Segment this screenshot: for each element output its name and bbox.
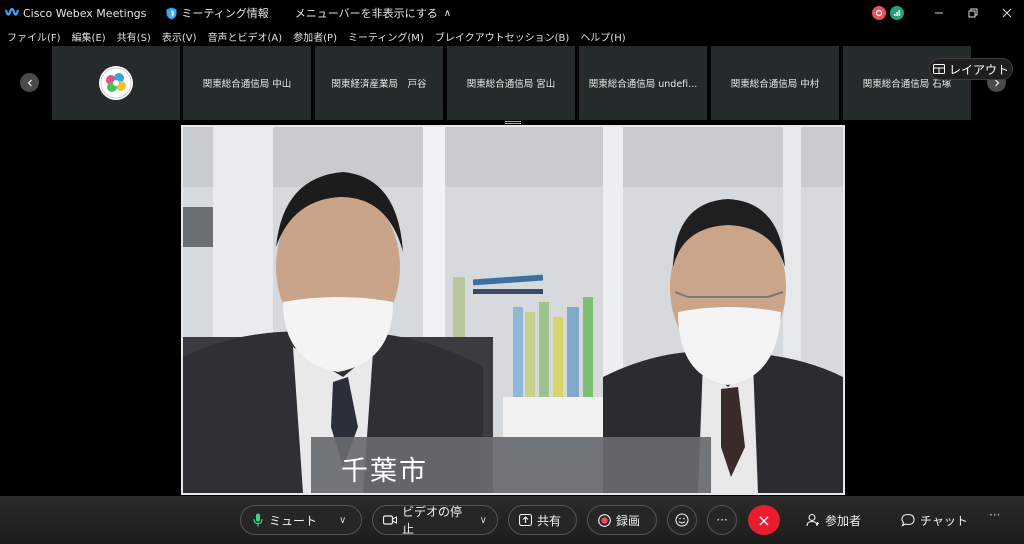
stop-video-label: ビデオの停止 — [402, 505, 463, 536]
chevron-up-icon: ∧ — [443, 7, 452, 19]
participants-button[interactable]: 参加者 — [806, 505, 861, 535]
mute-label: ミュート — [269, 513, 318, 528]
person-icon — [806, 513, 819, 527]
record-icon — [598, 513, 611, 527]
minimize-button[interactable] — [922, 0, 956, 26]
share-label: 共有 — [537, 513, 562, 528]
share-icon — [519, 514, 532, 526]
camera-icon — [383, 515, 397, 525]
more-icon: ··· — [716, 513, 728, 527]
reactions-button[interactable] — [667, 505, 697, 535]
chat-icon — [901, 513, 915, 527]
menu-meeting[interactable]: ミーティング(M) — [348, 29, 424, 44]
chat-label: チャット — [920, 513, 968, 528]
app-title: Cisco Webex Meetings — [23, 6, 147, 20]
strip-resize-handle[interactable] — [505, 121, 521, 124]
menu-breakout[interactable]: ブレイクアウトセッション(B) — [435, 29, 569, 44]
menu-participants[interactable]: 参加者(P) — [293, 29, 337, 44]
menu-bar: ファイル(F) 編集(E) 共有(S) 表示(V) 音声とビデオ(A) 参加者(… — [0, 26, 1024, 46]
title-bar: Cisco Webex Meetings ミーティング情報 メニューバーを非表示… — [0, 0, 1024, 26]
participant-tile[interactable]: 関東総合通信局 中村 — [711, 46, 839, 120]
minimize-icon — [935, 12, 943, 14]
close-icon: × — [757, 510, 771, 530]
chevron-down-icon[interactable]: ∨ — [480, 515, 487, 526]
main-video[interactable]: 千葉市 — [181, 125, 845, 495]
participant-tile-logo[interactable] — [52, 46, 180, 120]
hide-menubar-label: メニューバーを非表示にする — [294, 7, 438, 20]
menu-audio-video[interactable]: 音声とビデオ(A) — [208, 29, 283, 44]
close-button[interactable] — [990, 0, 1024, 26]
restore-button[interactable] — [956, 0, 990, 26]
chat-button[interactable]: チャット — [901, 505, 968, 535]
menu-view[interactable]: 表示(V) — [162, 29, 197, 44]
end-meeting-button[interactable]: × — [748, 505, 780, 535]
record-button[interactable]: 録画 — [587, 505, 657, 535]
microphone-icon — [253, 513, 263, 527]
mute-button[interactable]: ミュート ∨ — [240, 505, 362, 535]
meeting-info-button[interactable]: ミーティング情報 — [166, 5, 269, 21]
menu-edit[interactable]: 編集(E) — [72, 29, 106, 44]
layout-button[interactable]: レイアウト — [929, 58, 1013, 80]
participant-name: 関東総合通信局 中村 — [730, 79, 820, 90]
shield-icon — [166, 7, 177, 19]
share-button[interactable]: 共有 — [508, 505, 577, 535]
more-options-button[interactable]: ··· — [707, 505, 737, 535]
city-logo-icon — [99, 66, 133, 100]
chevron-left-icon — [27, 79, 32, 86]
smiley-icon — [675, 513, 689, 527]
menu-share[interactable]: 共有(S) — [117, 29, 151, 44]
overflow-menu-icon[interactable]: ··· — [989, 508, 1000, 522]
participant-tile[interactable]: 関東経済産業局 戸谷 — [315, 46, 443, 120]
chevron-down-icon[interactable]: ∨ — [339, 515, 346, 526]
participant-name: 関東経済産業局 戸谷 — [331, 79, 427, 90]
stop-video-button[interactable]: ビデオの停止 ∨ — [372, 505, 498, 536]
close-icon — [1002, 8, 1012, 18]
meeting-toolbar: ミュート ∨ ビデオの停止 ∨ 共有 録画 ··· × 参加者 チャット ··· — [0, 496, 1024, 544]
participant-tile[interactable]: 関東総合通信局 中山 — [183, 46, 311, 120]
connection-signal-icon[interactable] — [890, 6, 904, 20]
participant-tile[interactable]: 関東総合通信局 宮山 — [447, 46, 575, 120]
participant-name: 関東総合通信局 宮山 — [466, 79, 556, 90]
strip-scroll-left-button[interactable] — [20, 73, 39, 92]
restore-icon — [968, 8, 978, 18]
menu-file[interactable]: ファイル(F) — [7, 29, 61, 44]
window-controls — [872, 0, 1024, 26]
recording-status-icon[interactable] — [872, 6, 886, 20]
participant-name: 関東総合通信局 中山 — [202, 79, 292, 90]
layout-label: レイアウト — [948, 62, 1009, 77]
video-caption: 千葉市 — [341, 456, 428, 487]
participants-label: 参加者 — [825, 513, 862, 528]
record-label: 録画 — [616, 513, 641, 528]
webex-logo-icon — [5, 7, 19, 16]
menu-help[interactable]: ヘルプ(H) — [580, 29, 625, 44]
layout-icon — [932, 64, 945, 74]
hide-menubar-button[interactable]: メニューバーを非表示にする ∧ — [295, 5, 451, 21]
meeting-info-label: ミーティング情報 — [181, 7, 269, 20]
participant-tile[interactable]: 関東総合通信局 undefi... — [579, 46, 707, 120]
participant-strip: 関東総合通信局 中山 関東経済産業局 戸谷 関東総合通信局 宮山 関東総合通信局… — [0, 46, 1024, 122]
participant-name: 関東総合通信局 undefi... — [588, 79, 698, 90]
